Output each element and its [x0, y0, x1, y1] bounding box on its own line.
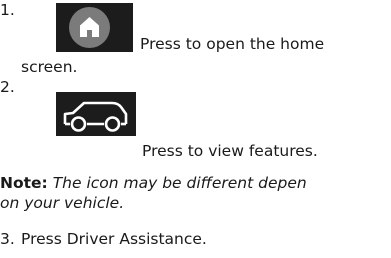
- vehicle-features-icon: [63, 101, 128, 132]
- home-icon: [80, 17, 99, 37]
- step-1-number: 1.: [0, 1, 15, 19]
- step-1-text: Press to open the home: [140, 35, 325, 53]
- step-2-text: Press to view features.: [142, 142, 318, 160]
- step-3-text: Press Driver Assistance.: [21, 230, 207, 248]
- home-button[interactable]: [56, 3, 133, 52]
- home-circle: [69, 7, 110, 48]
- step-3-number: 3.: [0, 230, 15, 248]
- note: Note: The icon may be different depen: [0, 174, 307, 192]
- step-1-text-continued: screen.: [21, 58, 78, 76]
- note-label: Note:: [0, 174, 48, 192]
- vehicle-features-button[interactable]: [56, 92, 136, 136]
- note-text-continued: on your vehicle.: [0, 194, 125, 212]
- step-2-number: 2.: [0, 78, 15, 96]
- note-text: The icon may be different depen: [52, 174, 307, 192]
